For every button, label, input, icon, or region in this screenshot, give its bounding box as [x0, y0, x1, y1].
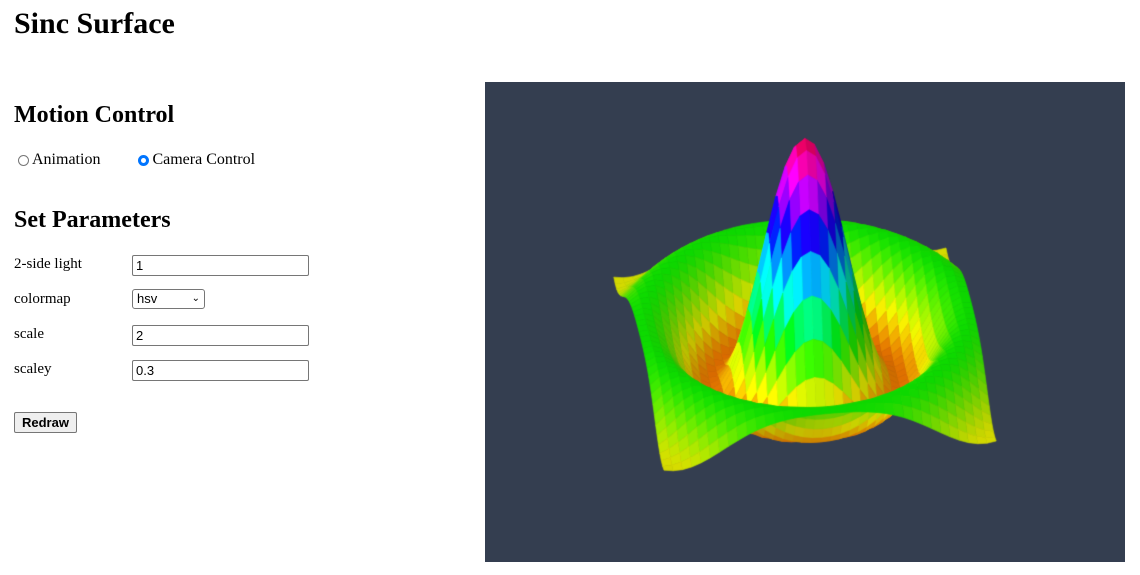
surface-viewport[interactable]	[485, 82, 1125, 562]
animation-radio-label: Animation	[32, 151, 101, 168]
camera-control-radio-dot[interactable]	[138, 154, 150, 166]
motion-control-title: Motion Control	[14, 102, 175, 128]
scaley-input[interactable]: 0.3	[132, 360, 309, 381]
camera-control-radio[interactable]: Camera Control	[138, 151, 255, 169]
scaley-label: scaley	[14, 361, 52, 377]
camera-control-radio-label: Camera Control	[152, 151, 256, 168]
animation-radio-dot[interactable]	[18, 154, 29, 166]
sinc-surface-canvas[interactable]	[485, 82, 1125, 562]
two-side-light-input[interactable]: 1	[132, 255, 309, 276]
redraw-button[interactable]: Redraw	[14, 412, 77, 433]
motion-control-radio-group: Animation Camera Control	[18, 149, 255, 171]
scale-row: scale 2	[14, 325, 314, 347]
colormap-label: colormap	[14, 291, 71, 307]
set-parameters-title: Set Parameters	[14, 207, 171, 233]
colormap-row: colormap hsv ⌄	[14, 289, 314, 312]
scale-input[interactable]: 2	[132, 325, 309, 346]
scale-label: scale	[14, 326, 44, 342]
two-side-light-label: 2-side light	[14, 256, 82, 272]
colormap-select-value: hsv	[137, 291, 158, 306]
animation-radio[interactable]: Animation	[18, 151, 100, 169]
chevron-down-icon: ⌄	[191, 293, 200, 304]
two-side-light-row: 2-side light 1	[14, 255, 314, 277]
scaley-row: scaley 0.3	[14, 360, 314, 382]
colormap-select[interactable]: hsv ⌄	[132, 289, 205, 309]
page-title: Sinc Surface	[14, 7, 175, 40]
